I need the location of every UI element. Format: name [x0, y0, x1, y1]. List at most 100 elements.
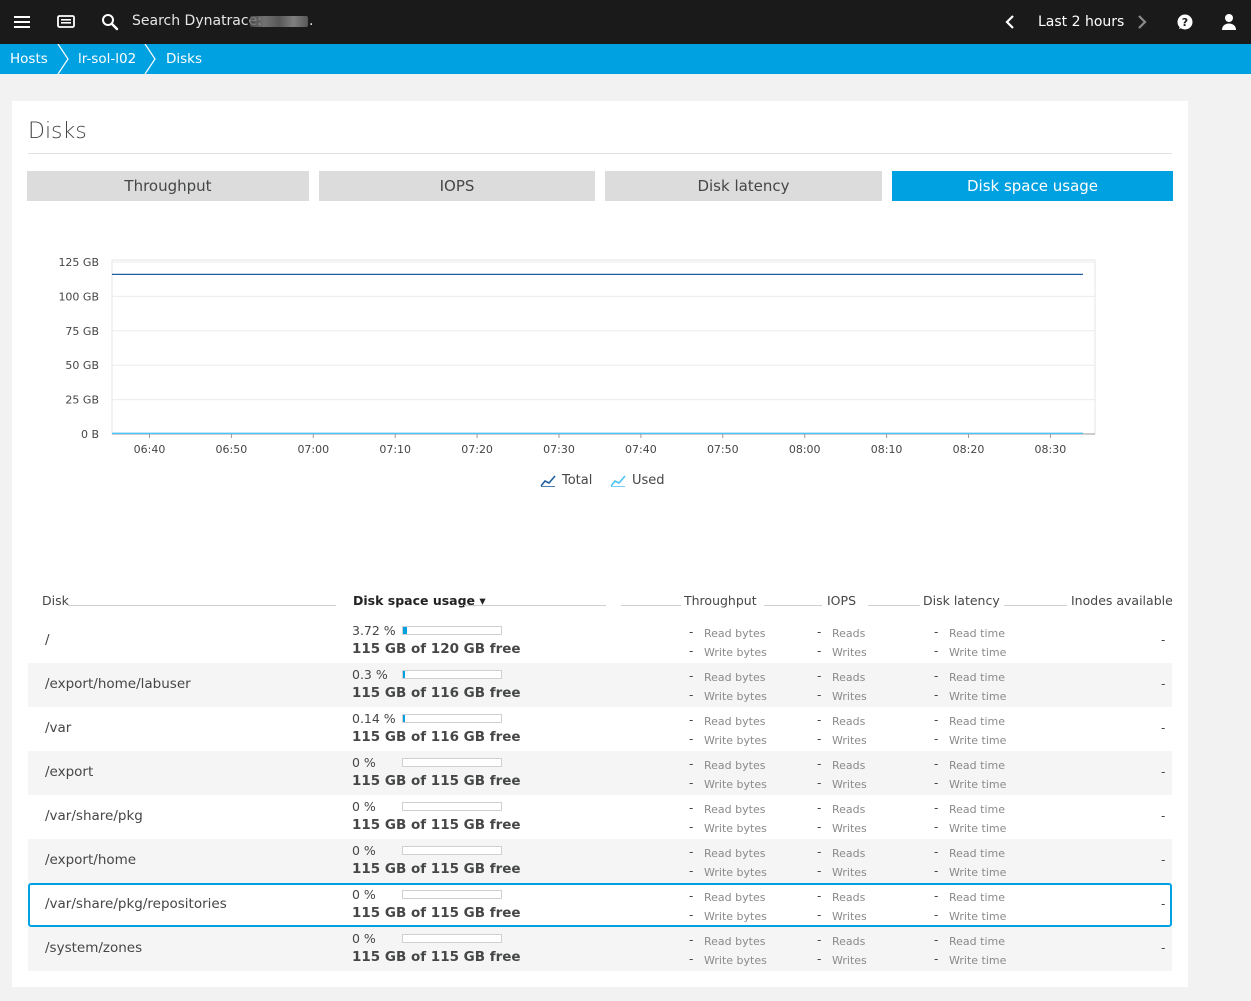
inodes-available-value: -	[1161, 941, 1166, 955]
disk-name: /	[45, 632, 50, 648]
iops-metric-label: Writes	[832, 866, 867, 879]
iops-metric-label: Writes	[832, 910, 867, 923]
inodes-available-value: -	[1161, 765, 1166, 779]
usage-percent: 3.72 %	[352, 623, 396, 638]
inodes-available-value: -	[1161, 633, 1166, 647]
iops-value: -	[817, 688, 822, 702]
breadcrumb-host[interactable]: lr-sol-l02	[78, 51, 136, 67]
table-row[interactable]: /3.72 % 115 GB of 120 GB free - Read bytes -…	[28, 619, 1172, 663]
throughput-metric-label: Read bytes	[704, 715, 766, 728]
throughput-value: -	[689, 776, 694, 790]
free-space: 115 GB of 116 GB free	[352, 685, 521, 701]
throughput-value: -	[689, 669, 694, 683]
table-row[interactable]: /var/share/pkg/repositories 0 % 115 GB of …	[28, 883, 1172, 927]
latency-value: -	[934, 952, 939, 966]
iops-metric-label: Writes	[832, 690, 867, 703]
latency-value: -	[934, 669, 939, 683]
legend-item-used[interactable]: Used	[610, 473, 665, 488]
column-header-disk-latency[interactable]: Disk latency	[923, 593, 1000, 608]
table-row[interactable]: /export 0 % 115 GB of 115 GB free - Read byt…	[28, 751, 1172, 795]
x-tick-label: 07:10	[379, 443, 411, 456]
iops-metric-label: Reads	[832, 759, 866, 772]
table-header: Disk Disk space usage ▾ Throughput IOPS …	[12, 591, 1188, 613]
usage-progress-fill	[403, 627, 407, 634]
chart-plot-area	[111, 259, 1096, 435]
free-space: 115 GB of 115 GB free	[352, 949, 521, 965]
throughput-value: -	[689, 952, 694, 966]
user-icon[interactable]	[1219, 12, 1239, 32]
help-icon[interactable]: ?	[1175, 12, 1195, 32]
tab-disk-space-usage[interactable]: Disk space usage	[892, 171, 1173, 201]
header-rule	[68, 605, 336, 606]
table-row[interactable]: /var/share/pkg 0 % 115 GB of 115 GB free - R…	[28, 795, 1172, 839]
header-rule	[1004, 605, 1067, 606]
x-tick-label: 07:50	[707, 443, 739, 456]
x-tick-label: 07:20	[461, 443, 493, 456]
legend-label-used: Used	[632, 473, 665, 488]
throughput-value: -	[689, 801, 694, 815]
disk-name: /var/share/pkg/repositories	[45, 896, 227, 912]
chevron-left-icon[interactable]	[1000, 12, 1020, 32]
disks-card: Disks Throughput IOPS Disk latency Disk …	[12, 101, 1188, 987]
throughput-metric-label: Write bytes	[704, 954, 767, 967]
x-tick-label: 07:40	[625, 443, 657, 456]
disk-name: /system/zones	[45, 940, 143, 956]
usage-percent: 0 %	[352, 843, 376, 858]
throughput-value: -	[689, 644, 694, 658]
dashboard-icon[interactable]	[56, 12, 76, 32]
latency-value: -	[934, 801, 939, 815]
tab-throughput[interactable]: Throughput	[27, 171, 309, 201]
free-space: 115 GB of 116 GB free	[352, 729, 521, 745]
iops-metric-label: Writes	[832, 778, 867, 791]
latency-metric-label: Read time	[949, 715, 1005, 728]
usage-progress-bar	[402, 670, 502, 679]
chevron-right-icon[interactable]	[1132, 12, 1152, 32]
table-row[interactable]: /export/home 0 % 115 GB of 115 GB free - Rea…	[28, 839, 1172, 883]
timeframe-selector[interactable]: Last 2 hours	[1038, 14, 1124, 30]
throughput-metric-label: Read bytes	[704, 935, 766, 948]
iops-value: -	[817, 864, 822, 878]
page-title: Disks	[28, 119, 87, 144]
latency-value: -	[934, 908, 939, 922]
search-icon[interactable]	[100, 12, 120, 32]
column-header-disk[interactable]: Disk	[42, 593, 69, 608]
usage-progress-bar	[402, 890, 502, 899]
latency-value: -	[934, 889, 939, 903]
latency-metric-label: Read time	[949, 803, 1005, 816]
column-header-inodes-available[interactable]: Inodes available	[1071, 593, 1173, 608]
iops-metric-label: Reads	[832, 891, 866, 904]
latency-value: -	[934, 732, 939, 746]
iops-value: -	[817, 732, 822, 746]
iops-metric-label: Writes	[832, 954, 867, 967]
iops-value: -	[817, 625, 822, 639]
throughput-metric-label: Read bytes	[704, 847, 766, 860]
iops-value: -	[817, 820, 822, 834]
breadcrumb-disks: Disks	[166, 51, 203, 67]
title-divider	[28, 153, 1172, 154]
iops-metric-label: Writes	[832, 734, 867, 747]
table-row[interactable]: /system/zones 0 % 115 GB of 115 GB free - Re…	[28, 927, 1172, 971]
throughput-value: -	[689, 908, 694, 922]
menu-icon[interactable]	[12, 12, 32, 32]
latency-metric-label: Read time	[949, 759, 1005, 772]
breadcrumb-hosts[interactable]: Hosts	[10, 51, 48, 67]
table-row[interactable]: /var 0.14 % 115 GB of 116 GB free - Read byt…	[28, 707, 1172, 751]
tab-disk-latency[interactable]: Disk latency	[605, 171, 882, 201]
latency-metric-label: Write time	[949, 646, 1007, 659]
column-header-throughput[interactable]: Throughput	[684, 593, 757, 608]
free-space: 115 GB of 120 GB free	[352, 641, 521, 657]
x-tick-label: 08:10	[871, 443, 903, 456]
usage-progress-fill	[403, 715, 405, 722]
tab-iops[interactable]: IOPS	[319, 171, 595, 201]
column-header-iops[interactable]: IOPS	[827, 593, 856, 608]
iops-metric-label: Reads	[832, 671, 866, 684]
y-tick-label: 25 GB	[65, 394, 99, 407]
table-row[interactable]: /export/home/labuser 0.3 % 115 GB of 116 G…	[28, 663, 1172, 707]
usage-percent: 0 %	[352, 799, 376, 814]
throughput-metric-label: Write bytes	[704, 910, 767, 923]
throughput-value: -	[689, 688, 694, 702]
search-suffix: .	[309, 13, 314, 29]
legend-item-total[interactable]: Total	[540, 473, 592, 488]
search-input[interactable]: Search Dynatrace:	[132, 13, 262, 29]
inodes-available-value: -	[1161, 721, 1166, 735]
